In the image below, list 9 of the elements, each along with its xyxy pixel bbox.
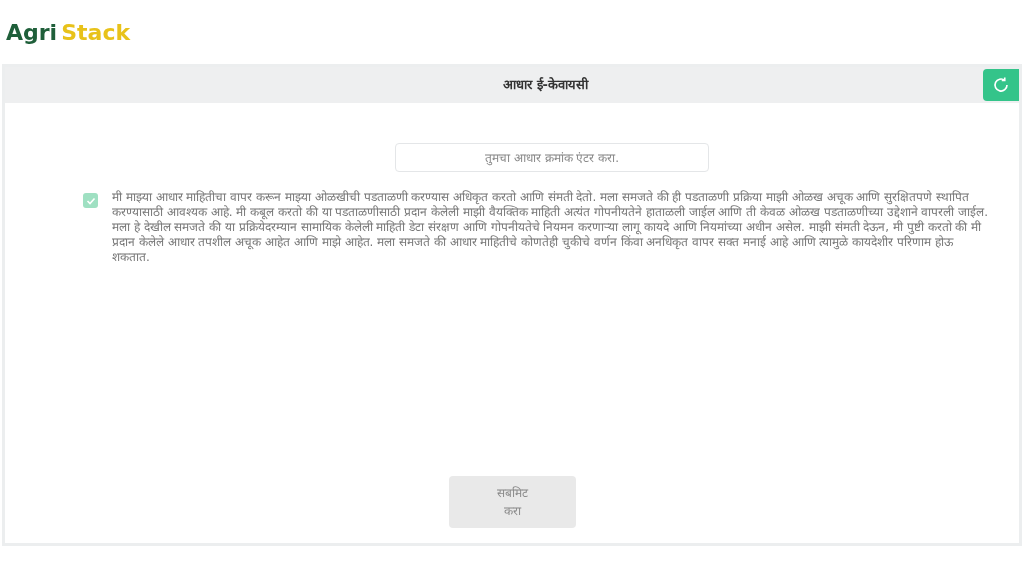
refresh-button[interactable]: [983, 69, 1019, 101]
logo-text: Stack: [61, 18, 131, 47]
aadhaar-field[interactable]: तुमचा आधार क्रमांक एंटर करा.: [395, 143, 709, 172]
refresh-icon: [992, 76, 1010, 94]
page-title: आधार ई-केवायसी: [503, 76, 588, 95]
consent-checkbox[interactable]: [83, 193, 98, 208]
consent-text: मी माझ्या आधार माहितीचा वापर करून माझ्या ओळखीची पडताळणी करण्यास अधिकृत करतो आणि संमती देतो. मला समजते की ही पडताळणी प्रक्रिया माझी ओळख अचूक आणि सुरक्षितपणे स्थापित करण्यासाठी आवश्यक आहे. मी कबूल करतो की या पडताळणीसाठी प्रदान केलेली माझी वैयक्तिक माहिती अत्यंत गोपनीयतेने हाताळली जाईल आणि ती केवळ ओळख पडताळणीच्या उद्देशाने वापरली जाईल. मला हे देखील समजते की या प्रक्रियेदरम्यान सामायिक केलेली माहिती डेटा संरक्षण आणि गोपनीयतेचे नियमन करणाऱ्या लागू कायदे आणि नियमांच्या अधीन असेल. माझी संमती देऊन, मी पुष्टी करतो की मी प्रदान केलेले आधार तपशील अचूक आहेत आणि माझे आहेत. मला समजते की आधार माहितीचे कोणतेही चुकीचे वर्णन किंवा अनधिकृत वापर सक्त मनाई आहे आणि त्यामुळे कायदेशीर परिणाम होऊ शकतात.: [112, 190, 989, 265]
check-icon: [85, 195, 96, 206]
logo-text: Agri: [6, 18, 58, 47]
